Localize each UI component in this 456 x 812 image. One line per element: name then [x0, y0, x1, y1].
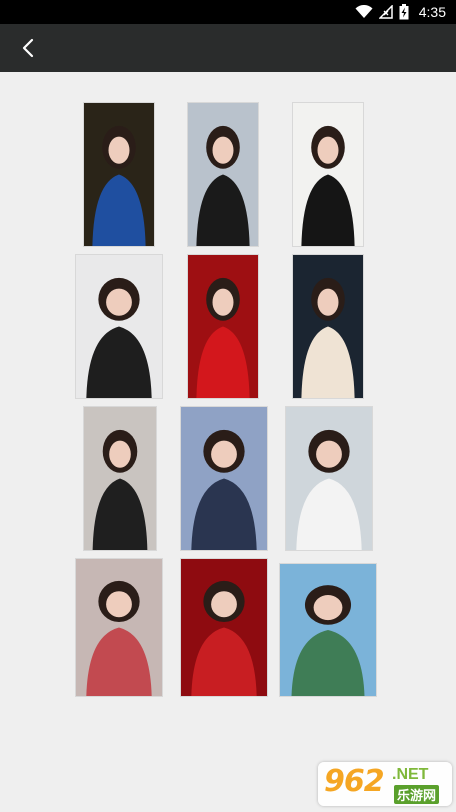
photo-5-image: [196, 277, 250, 398]
photo-thumb-12[interactable]: [279, 563, 377, 697]
app-bar: [0, 24, 456, 72]
photo-2-image: [196, 125, 250, 246]
status-time: 4:35: [418, 4, 446, 20]
photo-thumb-5[interactable]: [187, 254, 259, 399]
photo-12-image: [291, 585, 365, 696]
photo-thumb-9[interactable]: [285, 406, 373, 551]
photo-thumb-2[interactable]: [187, 102, 259, 247]
chevron-left-icon: [22, 38, 34, 58]
photo-thumb-4[interactable]: [75, 254, 163, 399]
photo-11-image: [191, 580, 257, 696]
photo-8-image: [191, 429, 257, 550]
watermark-number: 962: [324, 764, 385, 799]
watermark-logo: 962 .NET 乐游网: [318, 762, 452, 806]
photo-thumb-6[interactable]: [292, 254, 364, 399]
status-icons: 4:35: [355, 0, 446, 24]
wifi-icon: [355, 5, 373, 18]
photo-1-image: [92, 125, 146, 246]
photo-thumb-7[interactable]: [83, 406, 157, 551]
photo-thumb-10[interactable]: [75, 558, 163, 697]
watermark-cn: 乐游网: [394, 785, 440, 804]
back-button[interactable]: [10, 30, 46, 66]
photo-6-image: [301, 277, 355, 398]
photo-9-image: [296, 429, 362, 550]
battery-charging-icon: [399, 4, 409, 20]
photo-4-image: [86, 277, 152, 398]
photo-thumb-8[interactable]: [180, 406, 268, 551]
watermark-domain: .NET: [392, 766, 429, 783]
photo-thumb-3[interactable]: [292, 102, 364, 247]
photo-10-image: [86, 580, 152, 696]
photo-thumb-11[interactable]: [180, 558, 268, 697]
photo-3-image: [301, 125, 355, 246]
no-signal-icon: [378, 5, 393, 19]
status-bar: 4:35: [0, 0, 456, 24]
photo-thumb-1[interactable]: [83, 102, 155, 247]
photo-7-image: [92, 429, 148, 550]
